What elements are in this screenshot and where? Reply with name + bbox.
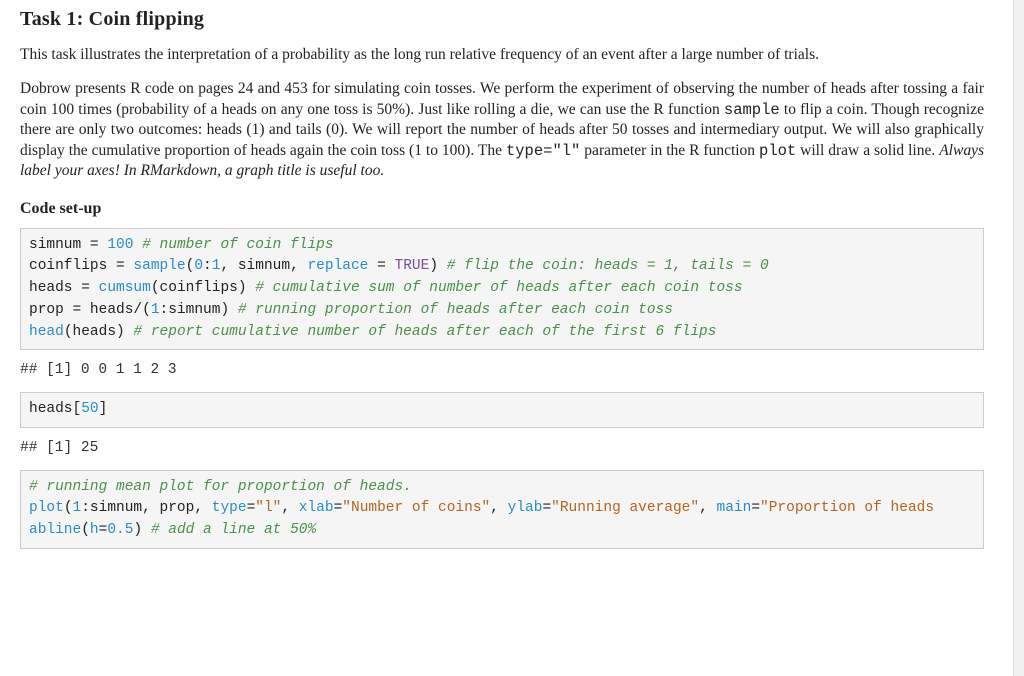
code-text: , — [699, 500, 716, 516]
code-text: (heads) — [64, 324, 125, 340]
paragraph-intro: This task illustrates the interpretation… — [20, 45, 984, 65]
inline-code-sample: sample — [724, 101, 780, 119]
code-number: 1 — [73, 500, 82, 516]
code-text: ) — [133, 522, 142, 538]
code-text: , simnum, — [220, 258, 307, 274]
code-string: "Number of coins" — [342, 500, 490, 516]
inline-code-type: type="l" — [506, 142, 580, 160]
code-line: abline(h=0.5) # add a line at 50% — [29, 522, 316, 538]
code-text: :simnum) — [160, 302, 230, 318]
code-argname: h — [90, 522, 99, 538]
inline-code-plot: plot — [759, 142, 796, 160]
output-block: ## [1] 25 — [20, 434, 984, 466]
code-line: plot(1:simnum, prop, type="l", xlab="Num… — [29, 500, 934, 516]
document-page: Task 1: Coin flipping This task illustra… — [0, 0, 1004, 575]
code-text: :simnum, prop, — [81, 500, 212, 516]
code-call: abline — [29, 522, 81, 538]
code-block-plot: # running mean plot for proportion of he… — [20, 470, 984, 549]
code-comment: # cumulative sum of number of heads afte… — [247, 280, 743, 296]
code-comment: # running mean plot for proportion of he… — [29, 479, 412, 495]
page-title: Task 1: Coin flipping — [20, 8, 984, 31]
code-line: heads[50] — [29, 401, 107, 417]
code-number: 0 — [194, 258, 203, 274]
code-number: 1 — [151, 302, 160, 318]
code-text: ] — [99, 401, 108, 417]
code-text: = — [247, 500, 256, 516]
code-text: ) — [429, 258, 438, 274]
code-argname: xlab — [299, 500, 334, 516]
code-text: = — [542, 500, 551, 516]
code-line: head(heads) # report cumulative number o… — [29, 324, 716, 340]
code-line: coinflips = sample(0:1, simnum, replace … — [29, 258, 769, 274]
code-call: head — [29, 324, 64, 340]
code-text: = — [368, 258, 394, 274]
code-bool: TRUE — [395, 258, 430, 274]
code-text: , — [490, 500, 507, 516]
code-text: : — [203, 258, 212, 274]
code-text: (coinflips) — [151, 280, 247, 296]
text-seg: parameter in the R function — [580, 142, 759, 159]
code-line: heads = cumsum(coinflips) # cumulative s… — [29, 280, 743, 296]
output-block: ## [1] 0 0 1 1 2 3 — [20, 356, 984, 388]
code-number: 0.5 — [107, 522, 133, 538]
code-number: 50 — [81, 401, 98, 417]
text-seg: will draw a solid line. — [796, 142, 939, 159]
code-text: ( — [64, 500, 73, 516]
code-line: # running mean plot for proportion of he… — [29, 479, 412, 495]
code-string: "Running average" — [551, 500, 699, 516]
code-text: heads = — [29, 280, 99, 296]
code-argname: replace — [307, 258, 368, 274]
code-text: , — [281, 500, 298, 516]
code-comment: # add a line at 50% — [142, 522, 316, 538]
code-comment: # running proportion of heads after each… — [229, 302, 673, 318]
paragraph-body: Dobrow presents R code on pages 24 and 4… — [20, 79, 984, 181]
code-string: "l" — [255, 500, 281, 516]
code-comment: # number of coin flips — [133, 237, 333, 253]
code-block-setup: simnum = 100 # number of coin flips coin… — [20, 228, 984, 351]
code-text: prop = heads/( — [29, 302, 151, 318]
code-string: "Proportion of heads — [760, 500, 934, 516]
code-call: cumsum — [99, 280, 151, 296]
code-call: sample — [133, 258, 185, 274]
vertical-scrollbar[interactable] — [1013, 0, 1024, 676]
code-argname: type — [212, 500, 247, 516]
code-text: coinflips = — [29, 258, 133, 274]
code-text: = — [751, 500, 760, 516]
code-line: prop = heads/(1:simnum) # running propor… — [29, 302, 673, 318]
code-text: = — [334, 500, 343, 516]
code-line: simnum = 100 # number of coin flips — [29, 237, 334, 253]
code-comment: # report cumulative number of heads afte… — [125, 324, 717, 340]
section-heading: Code set-up — [20, 200, 984, 218]
code-call: plot — [29, 500, 64, 516]
code-text: heads[ — [29, 401, 81, 417]
code-block-heads50: heads[50] — [20, 392, 984, 428]
code-argname: ylab — [508, 500, 543, 516]
code-argname: main — [717, 500, 752, 516]
code-text: ( — [81, 522, 90, 538]
code-number: 100 — [107, 237, 133, 253]
code-comment: # flip the coin: heads = 1, tails = 0 — [438, 258, 769, 274]
code-text: simnum = — [29, 237, 107, 253]
